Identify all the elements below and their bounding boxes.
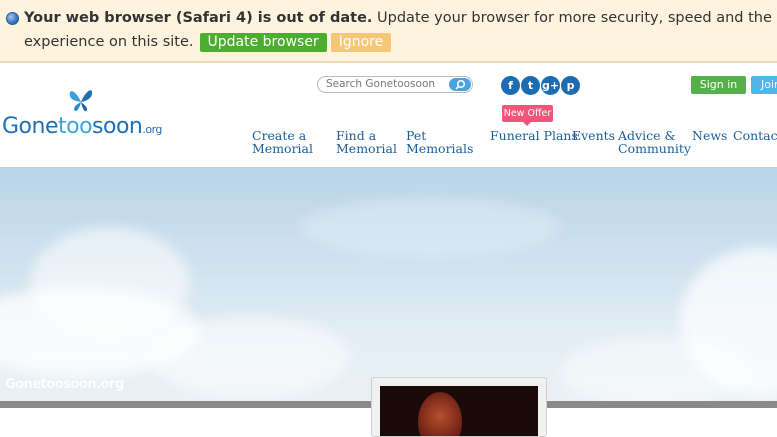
- nav-label: Memorials: [406, 141, 474, 156]
- ignore-button[interactable]: Ignore: [330, 33, 392, 52]
- nav-events[interactable]: Events: [572, 129, 615, 142]
- logo-text-org: .org: [142, 123, 162, 136]
- banner-text: Update your browser for more security, s…: [372, 10, 777, 26]
- search-icon: [455, 79, 466, 90]
- cloud-decoration: [150, 317, 350, 397]
- hero-watermark: Gonetoosoon.org: [5, 377, 124, 392]
- banner-warning: Your web browser (Safari 4) is out of da…: [24, 10, 373, 26]
- social-links: f t g+ p: [501, 76, 580, 95]
- nav-contact[interactable]: Contact: [733, 129, 777, 142]
- hero-banner: Gonetoosoon.org: [0, 167, 777, 401]
- nav-label: Memorial: [336, 141, 397, 156]
- globe-icon: [6, 12, 19, 25]
- nav-find-memorial[interactable]: Find a Memorial: [336, 129, 397, 155]
- nav-label: Contact: [733, 128, 777, 143]
- nav-news[interactable]: News: [692, 129, 727, 142]
- site-logo[interactable]: Gonetoosoon.org: [2, 114, 162, 139]
- search-button[interactable]: [449, 78, 471, 91]
- new-offer-badge: New Offer: [502, 105, 553, 126]
- cloud-decoration: [300, 197, 560, 257]
- join-button[interactable]: Join: [751, 76, 777, 94]
- nav-label: News: [692, 128, 728, 143]
- nav-label: Funeral Plans: [490, 128, 578, 143]
- photo-portrait: [418, 392, 462, 436]
- site-header: Gonetoosoon.org f t g+ p Sign in Join Ne…: [0, 63, 777, 167]
- nav-funeral-plans[interactable]: Funeral Plans: [490, 129, 578, 142]
- logo-text-too: too: [58, 114, 93, 139]
- search-box: [317, 76, 473, 93]
- update-browser-button[interactable]: Update browser: [199, 33, 327, 52]
- nav-label: Events: [572, 128, 616, 143]
- nav-create-memorial[interactable]: Create a Memorial: [252, 129, 313, 155]
- facebook-icon[interactable]: f: [501, 76, 520, 95]
- banner-text-continued: experience on this site.: [24, 34, 194, 50]
- nav-label: Memorial: [252, 141, 313, 156]
- pinterest-icon[interactable]: p: [561, 76, 580, 95]
- cloud-decoration: [30, 227, 190, 337]
- google-plus-icon[interactable]: g+: [541, 76, 560, 95]
- sign-in-button[interactable]: Sign in: [691, 76, 746, 94]
- banner-line-1: Your web browser (Safari 4) is out of da…: [24, 10, 777, 26]
- cloud-decoration: [560, 337, 750, 401]
- butterfly-logo-icon[interactable]: [66, 88, 96, 114]
- memorial-photo[interactable]: [380, 386, 538, 436]
- banner-line-2: experience on this site. Update browser Ig…: [24, 33, 392, 52]
- nav-pet-memorials[interactable]: Pet Memorials: [406, 129, 473, 155]
- nav-label: Community: [618, 141, 691, 156]
- outdated-browser-banner: Your web browser (Safari 4) is out of da…: [0, 0, 777, 63]
- logo-text-gone: Gone: [2, 114, 59, 139]
- search-input[interactable]: [326, 78, 444, 90]
- twitter-icon[interactable]: t: [521, 76, 540, 95]
- logo-text-soon: soon: [92, 114, 143, 139]
- nav-advice-community[interactable]: Advice & Community: [618, 129, 691, 155]
